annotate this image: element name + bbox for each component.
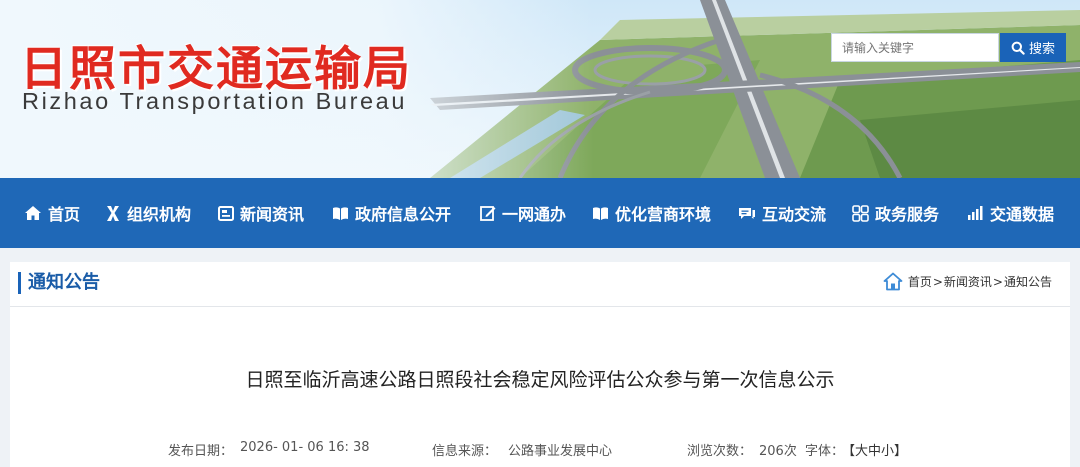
breadcrumb-separator: >	[932, 274, 943, 289]
search-button[interactable]: 搜索	[1000, 33, 1066, 62]
breadcrumb-notices[interactable]: 通知公告	[1004, 273, 1052, 290]
edit-icon	[480, 206, 496, 221]
home-icon	[883, 272, 903, 291]
nav-item-label: 互动交流	[762, 205, 827, 224]
nav-item-gov-services[interactable]: 政务服务	[852, 178, 939, 248]
nav-item-label: 一网通办	[502, 205, 567, 224]
grid-icon	[852, 204, 869, 222]
search-input[interactable]	[831, 33, 999, 62]
nav-item-label: 政府信息公开	[355, 205, 452, 224]
nav-item-label: 政务服务	[875, 205, 940, 224]
bar-chart-icon	[968, 206, 983, 220]
source-label: 信息来源：	[432, 444, 498, 459]
book-icon	[333, 206, 348, 220]
publish-date-label: 发布日期：	[168, 444, 234, 459]
nav-item-label: 交通数据	[990, 205, 1055, 224]
nav-item-gov-info[interactable]: 政府信息公开	[332, 178, 451, 248]
article-panel: 通知公告 首页 > 新闻资讯 > 通知公告 日照至临沂高速公路日照段社会稳定风险…	[10, 262, 1070, 467]
nav-item-home[interactable]: 首页	[24, 178, 80, 248]
breadcrumb-home[interactable]: 首页	[908, 273, 932, 290]
header-banner: 日照市交通运输局 Rizhao Transportation Bureau 搜索	[0, 0, 1080, 178]
nav-item-label: 首页	[48, 205, 81, 224]
publish-date-value: 2026- 01- 06 16: 38	[240, 440, 370, 455]
search-button-label: 搜索	[1028, 42, 1055, 57]
nav-item-label: 组织机构	[127, 205, 192, 224]
book-open-icon	[593, 206, 608, 220]
nav-item-label: 新闻资讯	[240, 205, 305, 224]
main-nav: 首页 组织机构 新闻资讯 政府信息公开 一网通办 优化营商环境 互动交流 政务服…	[0, 178, 1080, 248]
nav-item-one-network[interactable]: 一网通办	[480, 178, 566, 248]
section-title: 通知公告	[18, 272, 100, 294]
breadcrumb-news[interactable]: 新闻资讯	[944, 273, 992, 290]
nav-item-traffic-data[interactable]: 交通数据	[967, 178, 1054, 248]
site-logo-english: Rizhao Transportation Bureau	[22, 88, 408, 114]
breadcrumb-separator: >	[992, 274, 1003, 289]
chat-icon	[739, 207, 755, 219]
nav-item-label: 优化营商环境	[615, 205, 712, 224]
nav-item-business-env[interactable]: 优化营商环境	[592, 178, 711, 248]
nav-item-news[interactable]: 新闻资讯	[218, 178, 304, 248]
source-value: 公路事业发展中心	[508, 444, 613, 459]
news-icon	[218, 205, 234, 221]
search-icon	[1011, 41, 1025, 55]
home-icon	[25, 206, 41, 220]
font-size-options[interactable]: 【大中小】	[842, 440, 907, 459]
font-size-label: 字体：	[805, 444, 845, 459]
article-title: 日照至临沂高速公路日照段社会稳定风险评估公众参与第一次信息公示	[245, 369, 835, 391]
section-header: 通知公告 首页 > 新闻资讯 > 通知公告	[10, 262, 1070, 307]
views-value: 206次	[759, 444, 797, 459]
nav-item-interaction[interactable]: 互动交流	[738, 178, 826, 248]
nav-item-organization[interactable]: 组织机构	[105, 178, 191, 248]
views-label: 浏览次数：	[687, 444, 753, 459]
org-icon	[107, 205, 119, 221]
breadcrumb: 首页 > 新闻资讯 > 通知公告	[883, 272, 1052, 291]
